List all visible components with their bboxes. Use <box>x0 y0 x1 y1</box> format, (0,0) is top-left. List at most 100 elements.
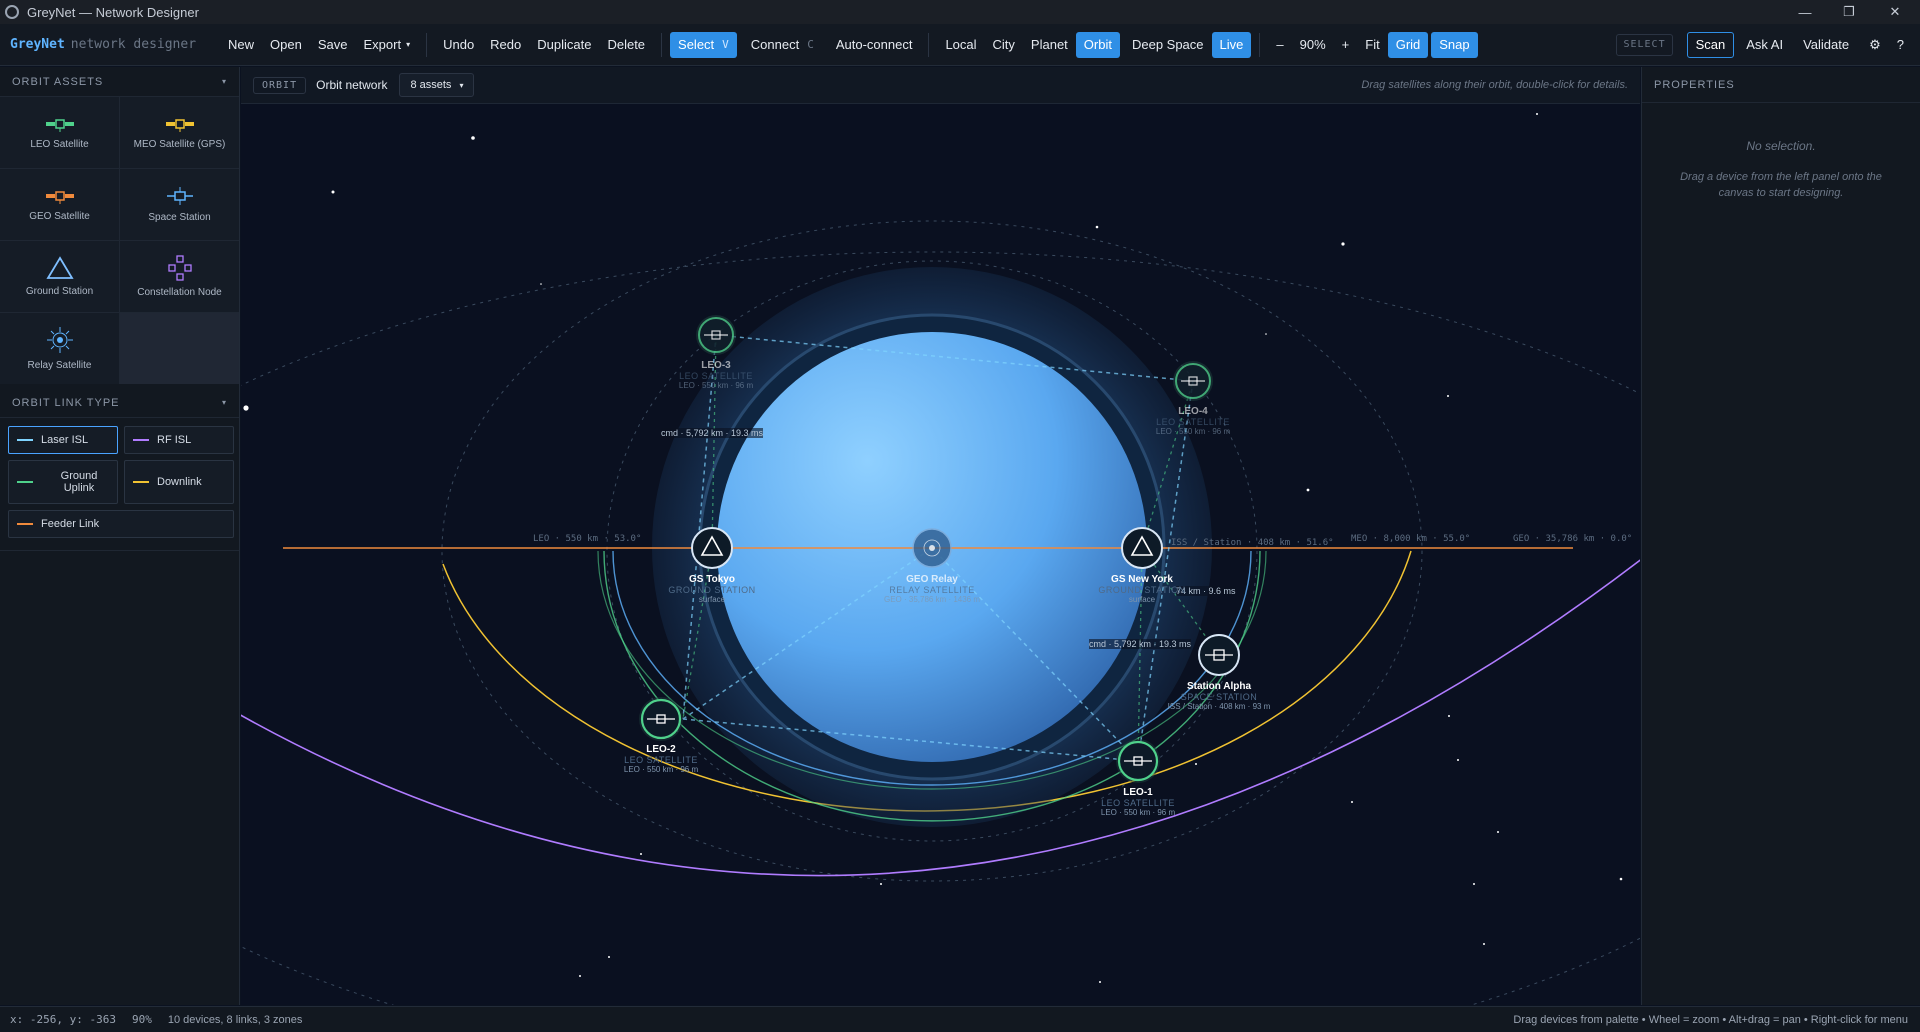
select-tool-label: Select <box>678 37 715 52</box>
meo-satellite-icon <box>165 119 194 132</box>
link-label: cmd · 5,792 km · 19.3 ms <box>1089 639 1192 649</box>
orbit-label-meo: MEO · 8,000 km · 55.0° <box>1351 534 1471 544</box>
ask-ai-button[interactable]: Ask AI <box>1738 32 1791 58</box>
zoom-level: 90% <box>1299 37 1326 52</box>
main-toolbar: GreyNet network designer New Open Save Ex… <box>0 24 1920 66</box>
asset-meo-satellite[interactable]: MEO Satellite (GPS) <box>120 97 239 168</box>
new-button[interactable]: New <box>220 32 262 58</box>
link-type-feeder-link[interactable]: Feeder Link <box>8 510 234 538</box>
select-tool-button[interactable]: Select V <box>670 31 737 58</box>
link-type-laser-isl[interactable]: Laser ISL <box>8 426 118 454</box>
node-label-gs-tokyo: GS Tokyo GROUND STATION surface <box>668 574 755 604</box>
zoom-in-button[interactable]: + <box>1334 32 1358 58</box>
downlink-swatch <box>133 481 149 483</box>
asset-constellation-node[interactable]: Constellation Node <box>120 241 239 312</box>
grid-toggle-button[interactable]: Grid <box>1387 31 1429 58</box>
live-toggle-button[interactable]: Live <box>1211 31 1252 58</box>
asset-label: LEO Satellite <box>30 139 89 150</box>
node-name: GS New York <box>1111 574 1173 585</box>
constellation-icon <box>167 255 192 281</box>
orbit-link-type-header[interactable]: ORBIT LINK TYPE ▾ <box>0 388 239 418</box>
status-zoom: 90% <box>131 1013 152 1026</box>
link-type-rf-isl[interactable]: RF ISL <box>124 426 234 454</box>
redo-button[interactable]: Redo <box>482 32 529 58</box>
node-leo4[interactable] <box>1173 361 1213 401</box>
node-detail: LEO · 550 km · 96 m <box>678 381 754 390</box>
node-type: LEO SATELLITE <box>679 371 753 381</box>
validate-button[interactable]: Validate <box>1795 32 1857 58</box>
zoom-out-button[interactable]: – <box>1268 32 1291 58</box>
node-type: GROUND STATION <box>668 585 756 595</box>
brand: GreyNet network designer <box>10 37 196 52</box>
node-leo2[interactable] <box>639 697 683 741</box>
mode-badge: SELECT <box>1616 33 1673 56</box>
node-name: LEO-4 <box>1178 406 1208 417</box>
node-leo1[interactable] <box>1116 739 1160 783</box>
collapse-caret-icon[interactable]: ▾ <box>222 77 227 86</box>
asset-leo-satellite[interactable]: LEO Satellite <box>0 97 119 168</box>
connect-tool-label: Connect <box>750 37 800 52</box>
asset-count-dropdown[interactable]: 8 assets ▾ <box>399 73 475 97</box>
relay-icon <box>46 327 73 353</box>
undo-button[interactable]: Undo <box>435 32 482 58</box>
asset-space-station[interactable]: Space Station <box>120 169 239 240</box>
node-gs-new-york[interactable] <box>1121 527 1163 569</box>
orbit-link-type-title: ORBIT LINK TYPE <box>12 396 120 409</box>
settings-gear-icon[interactable]: ⚙ <box>1861 32 1889 58</box>
asset-relay-satellite[interactable]: Relay Satellite <box>0 313 119 384</box>
scale-planet-button[interactable]: Planet <box>1023 32 1076 58</box>
delete-button[interactable]: Delete <box>599 32 653 58</box>
orbit-canvas[interactable]: LEO · 550 km · 53.0° ISS / Station · 408… <box>241 104 1640 1005</box>
scale-deep-space-button[interactable]: Deep Space <box>1124 32 1212 58</box>
connect-shortcut: C <box>807 38 814 51</box>
close-icon[interactable]: ✕ <box>1872 0 1918 24</box>
duplicate-button[interactable]: Duplicate <box>529 32 599 58</box>
asset-geo-satellite[interactable]: GEO Satellite <box>0 169 119 240</box>
fit-button[interactable]: Fit <box>1357 32 1387 58</box>
asset-label: Space Station <box>148 212 211 223</box>
status-hint: Drag devices from palette • Wheel = zoom… <box>1513 1013 1908 1026</box>
restore-icon[interactable]: ❐ <box>1826 0 1872 24</box>
node-label-leo4: LEO-4 LEO SATELLITE LEO · 550 km · 96 m <box>1156 406 1230 436</box>
asset-label: Relay Satellite <box>27 360 92 371</box>
node-detail: GEO · 35,786 km · 1436 m <box>883 595 981 604</box>
link-type-ground-uplink[interactable]: Ground Uplink <box>8 460 118 504</box>
help-button[interactable]: ? <box>1889 32 1912 58</box>
asset-label: MEO Satellite (GPS) <box>133 139 226 150</box>
asset-label: Ground Station <box>25 286 94 297</box>
node-geo-relay[interactable] <box>912 528 952 568</box>
link-type-downlink[interactable]: Downlink <box>124 460 234 504</box>
export-label: Export <box>363 37 402 52</box>
cursor-coordinates: x: -256, y: -363 <box>10 1013 116 1026</box>
snap-toggle-button[interactable]: Snap <box>1431 31 1478 58</box>
scan-button[interactable]: Scan <box>1686 31 1735 58</box>
node-type: LEO SATELLITE <box>1156 417 1230 427</box>
link-type-label: RF ISL <box>157 434 192 446</box>
scale-city-button[interactable]: City <box>985 32 1023 58</box>
export-menu-button[interactable]: Export ▾ <box>356 32 419 58</box>
laser-swatch <box>17 439 33 441</box>
orbit-assets-header[interactable]: ORBIT ASSETS ▾ <box>0 67 239 97</box>
node-station-alpha[interactable] <box>1198 634 1240 676</box>
connect-tool-button[interactable]: Connect C <box>743 32 822 58</box>
scale-orbit-button[interactable]: Orbit <box>1075 31 1120 58</box>
scale-local-button[interactable]: Local <box>937 32 984 58</box>
asset-ground-station[interactable]: Ground Station <box>0 241 119 312</box>
link-type-label: Ground Uplink <box>60 470 98 494</box>
auto-connect-button[interactable]: Auto-connect <box>828 32 921 58</box>
open-button[interactable]: Open <box>262 32 310 58</box>
node-name: LEO-2 <box>646 744 676 755</box>
minimize-icon[interactable]: — <box>1782 0 1828 24</box>
save-button[interactable]: Save <box>310 32 356 58</box>
orbit-scene <box>241 113 1640 1005</box>
caret-down-icon: ▾ <box>459 80 464 90</box>
node-leo3[interactable] <box>696 315 736 355</box>
status-summary: 10 devices, 8 links, 3 zones <box>167 1013 303 1026</box>
node-gs-tokyo[interactable] <box>691 527 733 569</box>
feeder-swatch <box>17 523 33 525</box>
node-label-leo1: LEO-1 LEO SATELLITE LEO · 550 km · 96 m <box>1101 787 1175 817</box>
app-icon <box>5 5 19 19</box>
collapse-caret-icon[interactable]: ▾ <box>222 398 227 407</box>
status-bar: x: -256, y: -363 90% 10 devices, 8 links… <box>0 1006 1920 1032</box>
node-detail: surface <box>698 595 726 604</box>
